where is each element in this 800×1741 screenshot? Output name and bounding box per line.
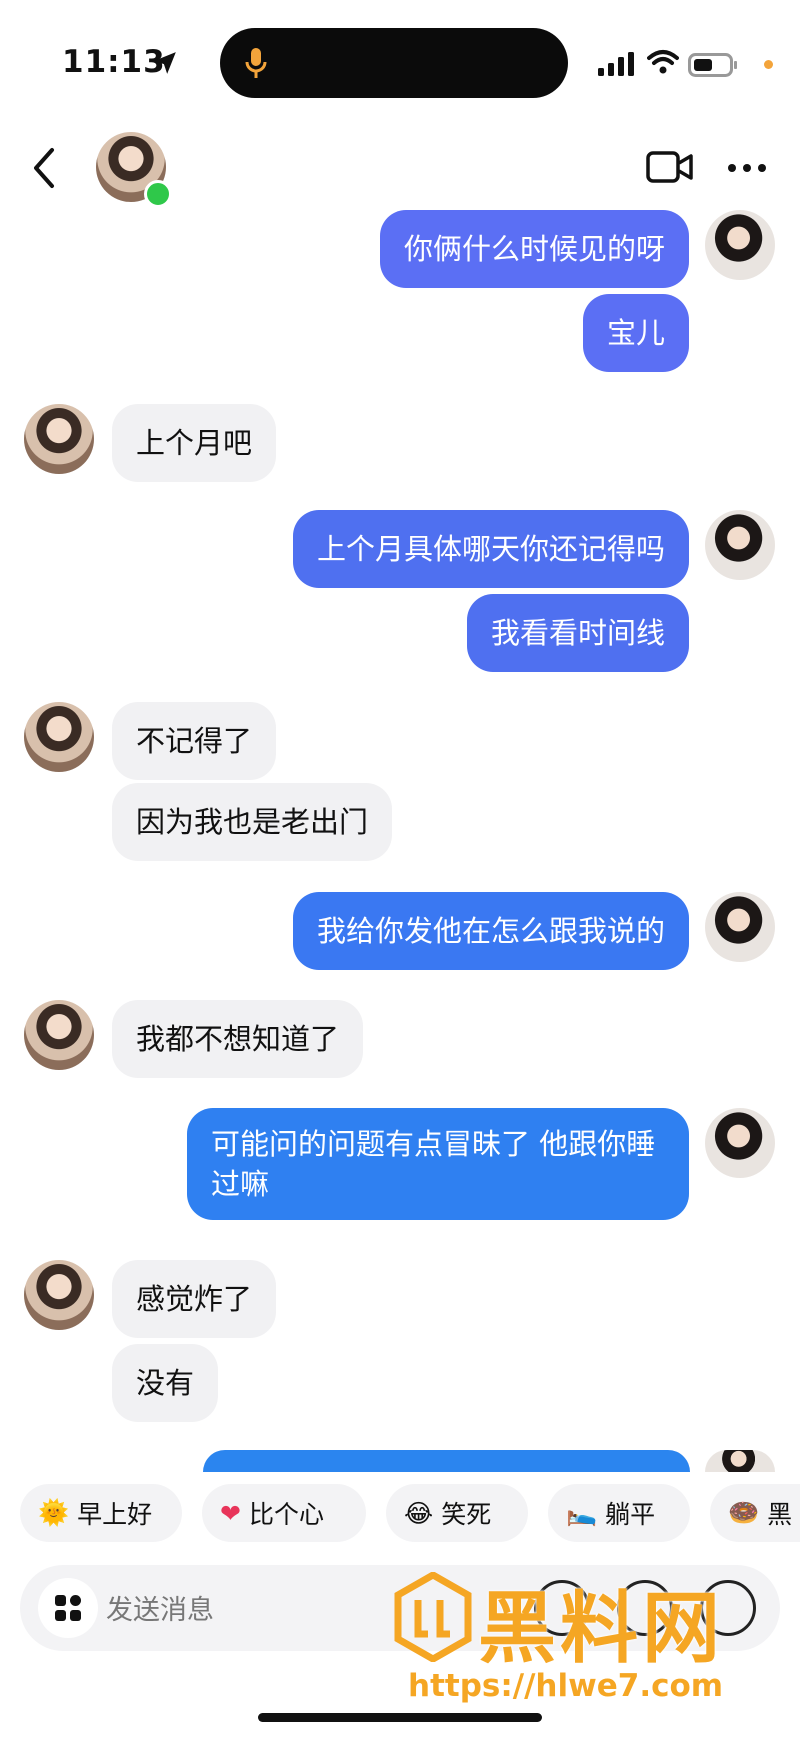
chip-label: 早上好 (77, 1500, 153, 1529)
watermark-logo-icon (394, 1572, 472, 1662)
quick-reply-chip[interactable]: 😂 笑死 (386, 1484, 528, 1542)
dynamic-island (220, 28, 568, 98)
quick-reply-chip[interactable]: ❤ 比个心 (202, 1484, 366, 1542)
incoming-message[interactable]: 没有 (112, 1344, 219, 1422)
incoming-message[interactable]: 不记得了 (112, 702, 277, 780)
chip-label: 黑 (767, 1500, 793, 1529)
contact-avatar[interactable] (24, 702, 94, 772)
message-input[interactable]: 发送消息 (106, 1588, 214, 1627)
location-arrow-icon (154, 52, 176, 74)
chip-label: 比个心 (248, 1500, 324, 1529)
online-status-dot (144, 180, 172, 208)
incoming-message[interactable]: 我都不想知道了 (112, 1000, 364, 1078)
apps-button[interactable] (38, 1578, 98, 1638)
privacy-indicator-dot (764, 60, 773, 69)
contact-avatar[interactable] (24, 1260, 94, 1330)
message-line: 可能问的问题有点冒昧了 他跟你睡 (211, 1127, 656, 1161)
wifi-icon (647, 50, 679, 74)
quick-reply-chip[interactable]: 🛌 躺平 (548, 1484, 690, 1542)
battery-icon (688, 53, 737, 77)
contact-avatar[interactable] (24, 404, 94, 474)
watermark-title: 黑料网 (478, 1584, 725, 1674)
watermark-url: https://hlwe7.com (408, 1668, 724, 1704)
outgoing-message[interactable]: 你俩什么时候见的呀 (379, 210, 689, 288)
outgoing-message[interactable]: 可能问的问题有点冒昧了 他跟你睡 过嘛 (187, 1108, 689, 1220)
contact-avatar[interactable] (24, 1000, 94, 1070)
laugh-icon: 😂 (404, 1498, 434, 1528)
outgoing-message[interactable]: 宝儿 (582, 294, 689, 372)
incoming-message[interactable]: 上个月吧 (112, 404, 277, 482)
outgoing-message[interactable]: 上个月具体哪天你还记得吗 (292, 510, 689, 588)
lie-flat-icon: 🛌 (566, 1498, 598, 1527)
home-indicator (258, 1713, 542, 1722)
donut-icon: 🍩 (728, 1498, 760, 1527)
quick-reply-chip[interactable]: 🍩 黑 (710, 1484, 800, 1542)
incoming-message[interactable]: 因为我也是老出门 (112, 783, 393, 861)
quick-reply-chip[interactable]: 🌞 早上好 (20, 1484, 182, 1542)
more-options-icon[interactable] (727, 163, 767, 173)
heart-icon: ❤ (220, 1498, 241, 1528)
outgoing-message-partial (203, 1450, 690, 1472)
message-line: 过嘛 (211, 1167, 270, 1201)
back-chevron-icon[interactable] (30, 146, 58, 190)
outgoing-message[interactable]: 我给你发他在怎么跟我说的 (292, 892, 689, 970)
my-avatar[interactable] (705, 892, 775, 962)
microphone-icon (245, 48, 267, 78)
status-time: 11:13 (62, 44, 166, 80)
my-avatar[interactable] (705, 1108, 775, 1178)
incoming-message[interactable]: 感觉炸了 (112, 1260, 277, 1338)
grid-apps-icon (55, 1595, 81, 1621)
outgoing-message[interactable]: 我看看时间线 (466, 594, 689, 672)
my-avatar-partial (705, 1450, 775, 1472)
video-call-icon[interactable] (646, 150, 694, 184)
cellular-signal-icon (598, 52, 634, 76)
my-avatar[interactable] (705, 210, 775, 280)
my-avatar[interactable] (705, 510, 775, 580)
chip-label: 笑死 (441, 1500, 492, 1529)
chip-label: 躺平 (605, 1500, 656, 1529)
sun-icon: 🌞 (38, 1498, 70, 1527)
